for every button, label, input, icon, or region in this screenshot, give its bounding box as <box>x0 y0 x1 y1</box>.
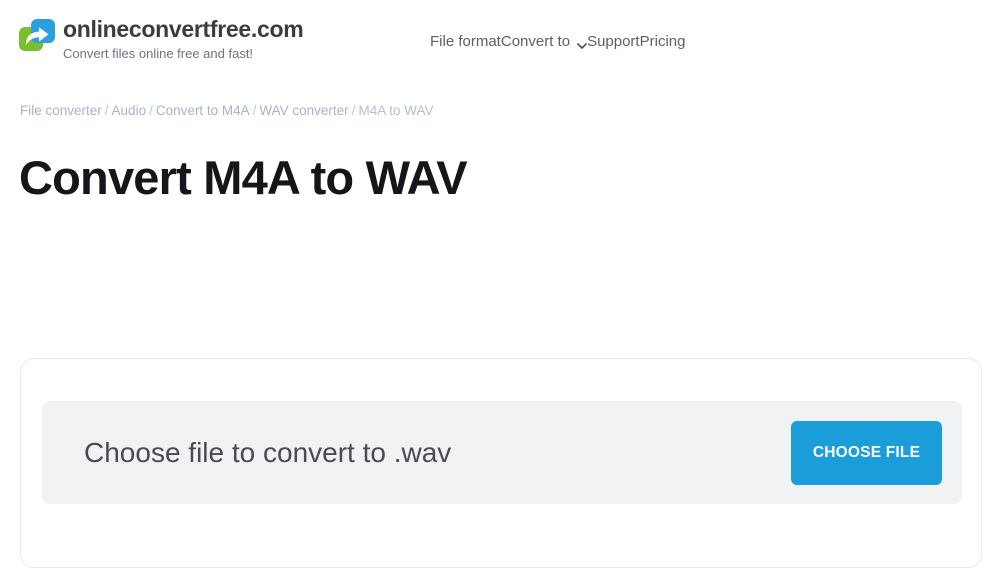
logo-white-arrow-icon <box>26 27 49 45</box>
dropzone-label: Choose file to convert to .wav <box>84 436 452 468</box>
page-title: Convert M4A to WAV <box>19 151 468 204</box>
file-dropzone[interactable]: Choose file to convert to .wav CHOOSE FI… <box>42 401 962 504</box>
breadcrumb-item-audio[interactable]: Audio <box>112 103 147 118</box>
site-header: onlineconvertfree.com Convert files onli… <box>0 0 1001 88</box>
brand-tagline: Convert files online free and fast! <box>63 46 254 61</box>
nav-item-label: Convert to <box>500 33 571 50</box>
main-navigation: File format Convert to Support Pricing <box>430 33 685 50</box>
breadcrumb-item-wav-converter[interactable]: WAV converter <box>259 103 348 118</box>
breadcrumb: File converter / Audio / Convert to M4A / WAV … <box>20 102 433 120</box>
chevron-down-icon <box>577 38 587 49</box>
breadcrumb-separator: / <box>149 103 153 118</box>
nav-item-label: Pricing <box>639 33 686 50</box>
nav-item-pricing[interactable]: Pricing <box>640 33 686 50</box>
breadcrumb-separator: / <box>252 103 257 118</box>
converter-card: Choose file to convert to .wav CHOOSE FI… <box>20 358 982 568</box>
nav-item-convert-to[interactable]: Convert to <box>501 33 587 50</box>
choose-file-button[interactable]: CHOOSE FILE <box>791 420 942 485</box>
brand-name: onlineconvertfree.com <box>63 16 304 42</box>
nav-item-support[interactable]: Support <box>587 33 640 50</box>
breadcrumb-item-convert-to-m4a[interactable]: Convert to M4A <box>156 103 250 118</box>
brand-logo-link[interactable]: onlineconvertfree.com Convert files onli… <box>19 16 304 62</box>
breadcrumb-separator: / <box>104 103 109 118</box>
nav-item-label: File format <box>430 33 501 50</box>
convert-arrow-logo-icon <box>19 18 55 52</box>
nav-item-label: Support <box>587 33 640 50</box>
nav-item-file-format[interactable]: File format <box>430 33 501 50</box>
breadcrumb-item-current: M4A to WAV <box>358 103 434 118</box>
breadcrumb-separator: / <box>351 103 356 118</box>
breadcrumb-item-file-converter[interactable]: File converter <box>20 103 102 118</box>
